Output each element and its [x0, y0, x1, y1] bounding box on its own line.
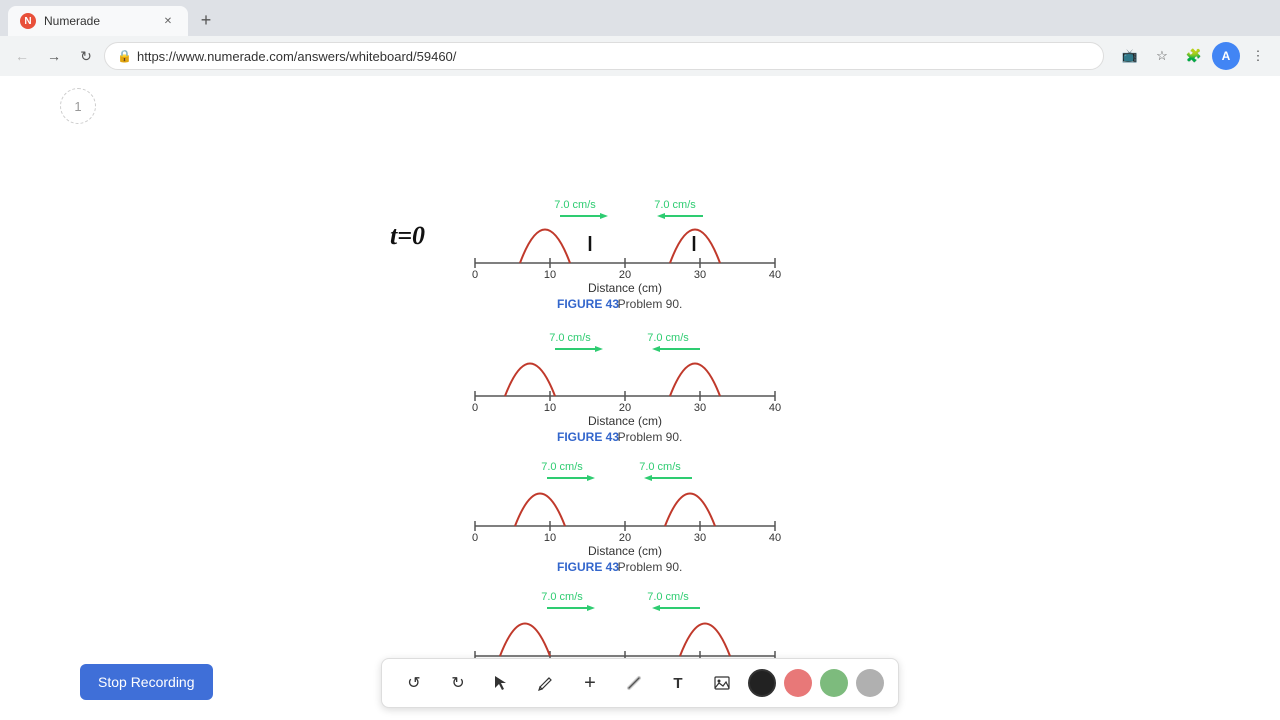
back-button[interactable]: ← — [8, 42, 36, 70]
svg-text:Distance (cm): Distance (cm) — [588, 281, 662, 295]
page-content: 1 t=0 0 10 20 30 — [0, 76, 1280, 720]
svg-text:7.0 cm/s: 7.0 cm/s — [647, 591, 689, 603]
text-tool-button[interactable]: T — [660, 665, 696, 701]
svg-text:7.0 cm/s: 7.0 cm/s — [549, 332, 591, 344]
color-gray[interactable] — [856, 669, 884, 697]
svg-text:Problem 90.: Problem 90. — [618, 430, 683, 444]
pen-tool-button[interactable] — [528, 665, 564, 701]
color-pink[interactable] — [784, 669, 812, 697]
svg-text:0: 0 — [472, 269, 478, 281]
svg-text:0: 0 — [472, 402, 478, 414]
svg-text:Distance (cm): Distance (cm) — [588, 414, 662, 428]
stop-recording-button[interactable]: Stop Recording — [80, 664, 213, 700]
svg-text:FIGURE 43: FIGURE 43 — [557, 560, 619, 574]
add-button[interactable]: + — [572, 665, 608, 701]
tab-bar: N Numerade ✕ + — [0, 0, 1280, 36]
image-tool-button[interactable] — [704, 665, 740, 701]
color-green[interactable] — [820, 669, 848, 697]
browser-toolbar-icons: 📺 ☆ 🧩 A ⋮ — [1116, 42, 1272, 70]
svg-text:7.0 cm/s: 7.0 cm/s — [554, 199, 596, 211]
svg-text:Problem 90.: Problem 90. — [618, 297, 683, 311]
svg-text:7.0 cm/s: 7.0 cm/s — [639, 461, 681, 473]
highlight-tool-button[interactable] — [616, 665, 652, 701]
svg-text:10: 10 — [544, 269, 556, 281]
svg-text:20: 20 — [619, 532, 631, 544]
svg-text:40: 40 — [769, 402, 781, 414]
svg-text:Distance (cm): Distance (cm) — [588, 544, 662, 558]
select-tool-button[interactable] — [484, 665, 520, 701]
svg-text:FIGURE 43: FIGURE 43 — [557, 297, 619, 311]
bottom-toolbar: ↺ ↻ + T — [381, 658, 899, 708]
color-black[interactable] — [748, 669, 776, 697]
svg-text:7.0 cm/s: 7.0 cm/s — [541, 461, 583, 473]
svg-text:40: 40 — [769, 269, 781, 281]
svg-text:30: 30 — [694, 532, 706, 544]
svg-text:10: 10 — [544, 532, 556, 544]
svg-text:20: 20 — [619, 402, 631, 414]
svg-text:7.0 cm/s: 7.0 cm/s — [654, 199, 696, 211]
profile-icon[interactable]: A — [1212, 42, 1240, 70]
diagrams-svg: 0 10 20 30 40 Distance (cm) 7.0 cm/s 7.0… — [0, 76, 1280, 720]
svg-text:Problem 90.: Problem 90. — [618, 560, 683, 574]
forward-button[interactable]: → — [40, 42, 68, 70]
menu-icon[interactable]: ⋮ — [1244, 42, 1272, 70]
star-icon[interactable]: ☆ — [1148, 42, 1176, 70]
svg-text:7.0 cm/s: 7.0 cm/s — [541, 591, 583, 603]
tab-close-button[interactable]: ✕ — [160, 13, 176, 29]
svg-text:0: 0 — [472, 532, 478, 544]
svg-text:30: 30 — [694, 402, 706, 414]
lock-icon: 🔒 — [117, 49, 131, 63]
svg-text:10: 10 — [544, 402, 556, 414]
svg-text:7.0 cm/s: 7.0 cm/s — [647, 332, 689, 344]
address-bar-row: ← → ↻ 🔒 https://www.numerade.com/answers… — [0, 36, 1280, 76]
url-text: https://www.numerade.com/answers/whitebo… — [137, 49, 456, 64]
extension-icon[interactable]: 🧩 — [1180, 42, 1208, 70]
browser-window: N Numerade ✕ + ← → ↻ 🔒 https://www.numer… — [0, 0, 1280, 720]
svg-text:40: 40 — [769, 532, 781, 544]
active-tab[interactable]: N Numerade ✕ — [8, 6, 188, 36]
redo-button[interactable]: ↻ — [440, 665, 476, 701]
tab-title: Numerade — [44, 14, 100, 28]
address-bar[interactable]: 🔒 https://www.numerade.com/answers/white… — [104, 42, 1104, 70]
cast-icon[interactable]: 📺 — [1116, 42, 1144, 70]
refresh-button[interactable]: ↻ — [72, 42, 100, 70]
whiteboard: 1 t=0 0 10 20 30 — [0, 76, 1280, 720]
new-tab-button[interactable]: + — [192, 6, 220, 34]
svg-text:30: 30 — [694, 269, 706, 281]
undo-button[interactable]: ↺ — [396, 665, 432, 701]
svg-text:20: 20 — [619, 269, 631, 281]
svg-text:FIGURE 43: FIGURE 43 — [557, 430, 619, 444]
tab-favicon: N — [20, 13, 36, 29]
